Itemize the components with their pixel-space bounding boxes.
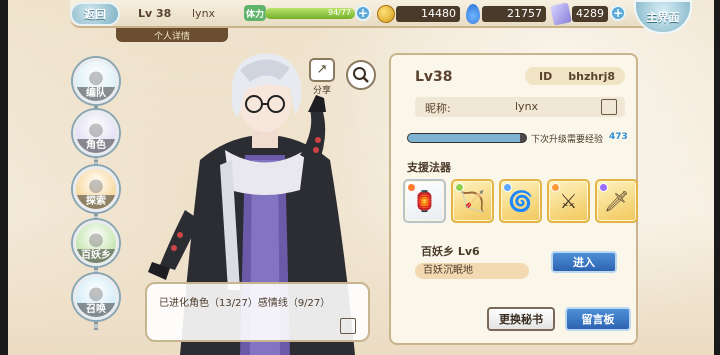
red-lantern-icon: 🏮 [412, 189, 437, 213]
nav-label: 探索 [76, 195, 116, 209]
element-badge-icon [599, 183, 608, 192]
search-icon [353, 67, 369, 83]
nav-team[interactable]: ● 编队 [73, 58, 119, 104]
explore-icon: ● [88, 175, 104, 196]
ticket-icon [550, 2, 572, 26]
share-button[interactable]: ↗ 分享 [306, 58, 338, 96]
domain-subtitle: 百妖沉眠地 [415, 263, 529, 279]
village-icon: ● [88, 229, 104, 250]
element-badge-icon [407, 183, 416, 192]
character-icon: ● [88, 119, 104, 140]
nav-label: 编队 [76, 87, 116, 101]
edit-icon[interactable] [340, 318, 356, 334]
artifact-slot[interactable]: 🏮 [403, 179, 446, 223]
exp-label: 下次升级需要经验 [531, 135, 604, 145]
id-label: ID [539, 69, 553, 83]
stamina-icon: 体力 [244, 5, 266, 21]
edit-nickname-icon[interactable] [601, 99, 617, 115]
change-secretary-button[interactable]: 更换秘书 [487, 307, 555, 331]
ticket-amount: 4289 [572, 6, 608, 22]
support-artifacts-title: 支援法器 [407, 161, 451, 174]
summon-icon: ● [88, 283, 104, 304]
crossbow-icon: 🏹 [460, 189, 485, 213]
artifact-slot[interactable]: ⚔ [547, 179, 590, 223]
top-player-name: lynx [192, 7, 216, 20]
gem-icon [466, 4, 480, 24]
nav-village[interactable]: ● 百妖乡 [73, 220, 119, 266]
back-button[interactable]: 返回 [70, 2, 120, 26]
share-label: 分享 [312, 86, 331, 96]
stamina-text: 94/77 [328, 8, 352, 17]
gold-coin-icon [377, 5, 395, 23]
exp-bar [407, 133, 527, 143]
element-badge-icon [503, 183, 512, 192]
share-icon: ↗ [309, 58, 335, 82]
enter-button[interactable]: 进入 [551, 251, 617, 273]
dialogue-box[interactable]: 已进化角色（13/27）感情线（9/27） [145, 282, 370, 342]
golden-sword-icon: ⚔ [559, 189, 578, 213]
artifact-slot[interactable]: 🌀 [499, 179, 542, 223]
artifact-slot[interactable]: 🏹 [451, 179, 494, 223]
dark-blade-icon: 🗡 [603, 189, 630, 213]
exp-value: 473 [609, 132, 628, 142]
zoom-button[interactable] [346, 60, 376, 90]
dialogue-text: 已进化角色（13/27）感情线（9/27） [159, 298, 331, 309]
id-value: bhzhrj8 [568, 69, 616, 83]
nav-label: 召唤 [76, 303, 116, 317]
team-icon: ● [88, 67, 104, 88]
element-badge-icon [455, 183, 464, 192]
left-frame [0, 0, 8, 355]
gem-amount: 21757 [482, 6, 546, 22]
gold-amount: 14480 [396, 6, 460, 22]
nav-label: 百妖乡 [76, 249, 116, 263]
nav-explore[interactable]: ● 探索 [73, 166, 119, 212]
add-ticket-button[interactable]: + [610, 5, 626, 21]
nickname-value: lynx [515, 100, 539, 113]
exp-fill [408, 134, 521, 142]
panel-level: Lv38 [415, 69, 453, 85]
player-id: ID bhzhrj8 [525, 67, 625, 85]
domain-name: 百妖乡 Lv6 [421, 245, 480, 258]
nav-summon[interactable]: ● 召唤 [73, 274, 119, 320]
info-panel: Lv38 ID bhzhrj8 昵称: lynx 下次升级需要经验 473 支援… [389, 53, 638, 345]
blue-flower-icon: 🌀 [508, 189, 533, 213]
nickname-label: 昵称: [425, 102, 451, 115]
element-badge-icon [551, 183, 560, 192]
right-frame [714, 0, 720, 355]
top-level-label: Lv 38 [138, 7, 172, 20]
message-board-button[interactable]: 留言板 [565, 307, 631, 331]
nav-label: 角色 [76, 139, 116, 153]
artifact-row: 🏮 🏹 🌀 ⚔ 🗡 [403, 179, 638, 223]
nav-character[interactable]: ● 角色 [73, 110, 119, 156]
artifact-slot[interactable]: 🗡 [595, 179, 638, 223]
nickname-row: 昵称: lynx [415, 97, 625, 117]
add-stamina-button[interactable]: + [355, 5, 371, 21]
